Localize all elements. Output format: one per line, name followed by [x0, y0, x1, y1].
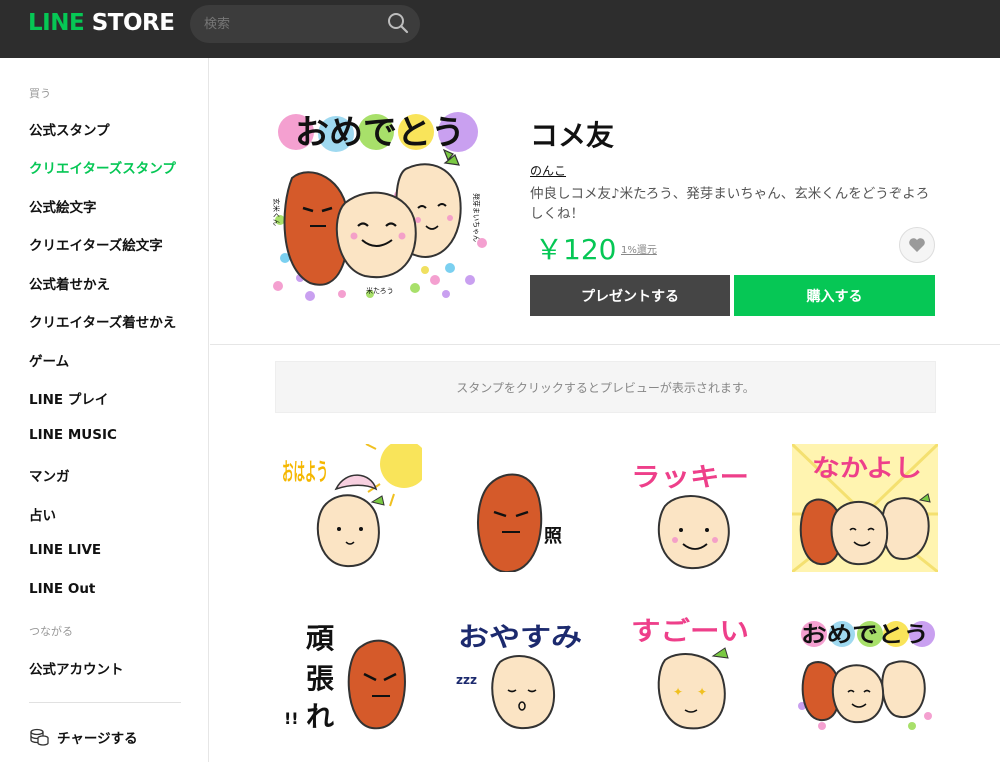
- sticker-text-ganbare-3: れ: [306, 700, 334, 733]
- line-store-logo[interactable]: LINE STORE: [28, 10, 175, 36]
- product-description: 仲良しコメ友♪米たろう、発芽まいちゃん、玄米くんをどうぞよろしくね！: [530, 186, 930, 222]
- sidebar-item-official-account[interactable]: 公式アカウント: [29, 658, 124, 678]
- label-hatsuga: 発芽まいちゃん: [472, 193, 481, 242]
- sticker-text-tere: 照: [544, 526, 562, 547]
- product-title: コメ友: [530, 119, 615, 152]
- heart-icon: [909, 238, 925, 252]
- author-link[interactable]: のんこ: [530, 162, 566, 179]
- charge-link[interactable]: チャージする: [29, 727, 138, 747]
- sticker-genmai-shy[interactable]: 照: [450, 444, 596, 574]
- sticker-lucky[interactable]: ラッキー: [625, 444, 771, 572]
- sticker-text-ganbare-1: 頑: [306, 622, 334, 655]
- sticker-text-sugoi: すごーい: [631, 616, 749, 647]
- sticker-text-oyasumi: おやすみ: [458, 623, 582, 653]
- sidebar-divider: [29, 702, 181, 703]
- coin-stack-icon: [30, 728, 49, 746]
- sticker-text-omedetou: おめでとう: [801, 623, 929, 648]
- favorite-button[interactable]: [899, 227, 935, 263]
- label-genmai: 玄米くん: [272, 198, 281, 226]
- sticker-set-main-image[interactable]: おめでとう 玄米くん 米たろう 発芽まいちゃん: [270, 108, 490, 308]
- sticker-sugoi[interactable]: すごーい ✦ ✦: [625, 606, 771, 734]
- point-return-link[interactable]: 1%還元: [621, 241, 657, 256]
- search-input[interactable]: [204, 5, 384, 43]
- sidebar-item-creators-emoji[interactable]: クリエイターズ絵文字: [29, 234, 163, 254]
- sidebar-section-connect: つながる: [29, 625, 73, 638]
- present-button[interactable]: プレゼントする: [530, 275, 730, 316]
- sidebar-item-creators-themes[interactable]: クリエイターズ着せかえ: [29, 311, 176, 331]
- sidebar-section-buy: 買う: [29, 87, 51, 100]
- svg-text:✦: ✦: [673, 685, 683, 699]
- charge-label: チャージする: [57, 731, 138, 747]
- kome-character: [335, 191, 417, 279]
- sidebar-item-creators-stickers[interactable]: クリエイターズスタンプ: [29, 157, 176, 177]
- product-price: ￥120: [535, 233, 617, 266]
- svg-text:✦: ✦: [697, 685, 707, 699]
- sticker-text-ohayou: おはよう: [282, 458, 328, 486]
- label-kome: 米たろう: [366, 286, 394, 295]
- buy-button[interactable]: 購入する: [734, 275, 935, 316]
- sticker-nakayoshi[interactable]: なかよし: [790, 442, 940, 574]
- top-header: LINE STORE: [0, 0, 1000, 58]
- sidebar-item-line-live[interactable]: LINE LIVE: [29, 542, 101, 558]
- preview-hint: スタンプをクリックするとプレビューが表示されます。: [275, 361, 936, 413]
- logo-store-text: STORE: [84, 10, 175, 36]
- sticker-text-zzz: zzz: [456, 673, 477, 687]
- sticker-ohayou[interactable]: おはよう: [276, 440, 428, 572]
- main-image-caption: おめでとう: [295, 113, 465, 153]
- sticker-oyasumi[interactable]: おやすみ zzz: [450, 606, 596, 734]
- sticker-omedetou[interactable]: おめでとう: [792, 606, 938, 734]
- search-icon[interactable]: [387, 12, 409, 34]
- sidebar-item-official-themes[interactable]: 公式着せかえ: [29, 273, 110, 293]
- sidebar-item-games[interactable]: ゲーム: [29, 350, 69, 370]
- sidebar-item-line-out[interactable]: LINE Out: [29, 581, 95, 597]
- search-box: [190, 5, 420, 43]
- sticker-text-exclaim: !!: [284, 709, 299, 728]
- sidebar-item-fortune[interactable]: 占い: [29, 504, 56, 524]
- sidebar-item-official-emoji[interactable]: 公式絵文字: [29, 196, 97, 216]
- sticker-ganbare[interactable]: 頑 張 れ !!: [276, 606, 422, 734]
- logo-line-text: LINE: [28, 10, 85, 36]
- sidebar-item-manga[interactable]: マンガ: [29, 465, 70, 485]
- sticker-text-ganbare-2: 張: [306, 662, 334, 695]
- main-content: おめでとう 玄米くん 米たろう 発芽まいちゃん コメ友 のんこ 仲良しコメ友♪米…: [210, 58, 1000, 762]
- sidebar: 買う 公式スタンプ クリエイターズスタンプ 公式絵文字 クリエイターズ絵文字 公…: [0, 58, 209, 762]
- sidebar-item-official-stickers[interactable]: 公式スタンプ: [29, 119, 110, 139]
- sticker-text-lucky: ラッキー: [631, 463, 749, 493]
- sidebar-item-line-play[interactable]: LINE プレイ: [29, 388, 108, 408]
- sticker-text-nakayoshi: なかよし: [812, 454, 922, 482]
- content-divider: [210, 344, 1000, 345]
- title-bubbles: おめでとう: [278, 112, 478, 153]
- sidebar-item-line-music[interactable]: LINE MUSIC: [29, 427, 117, 443]
